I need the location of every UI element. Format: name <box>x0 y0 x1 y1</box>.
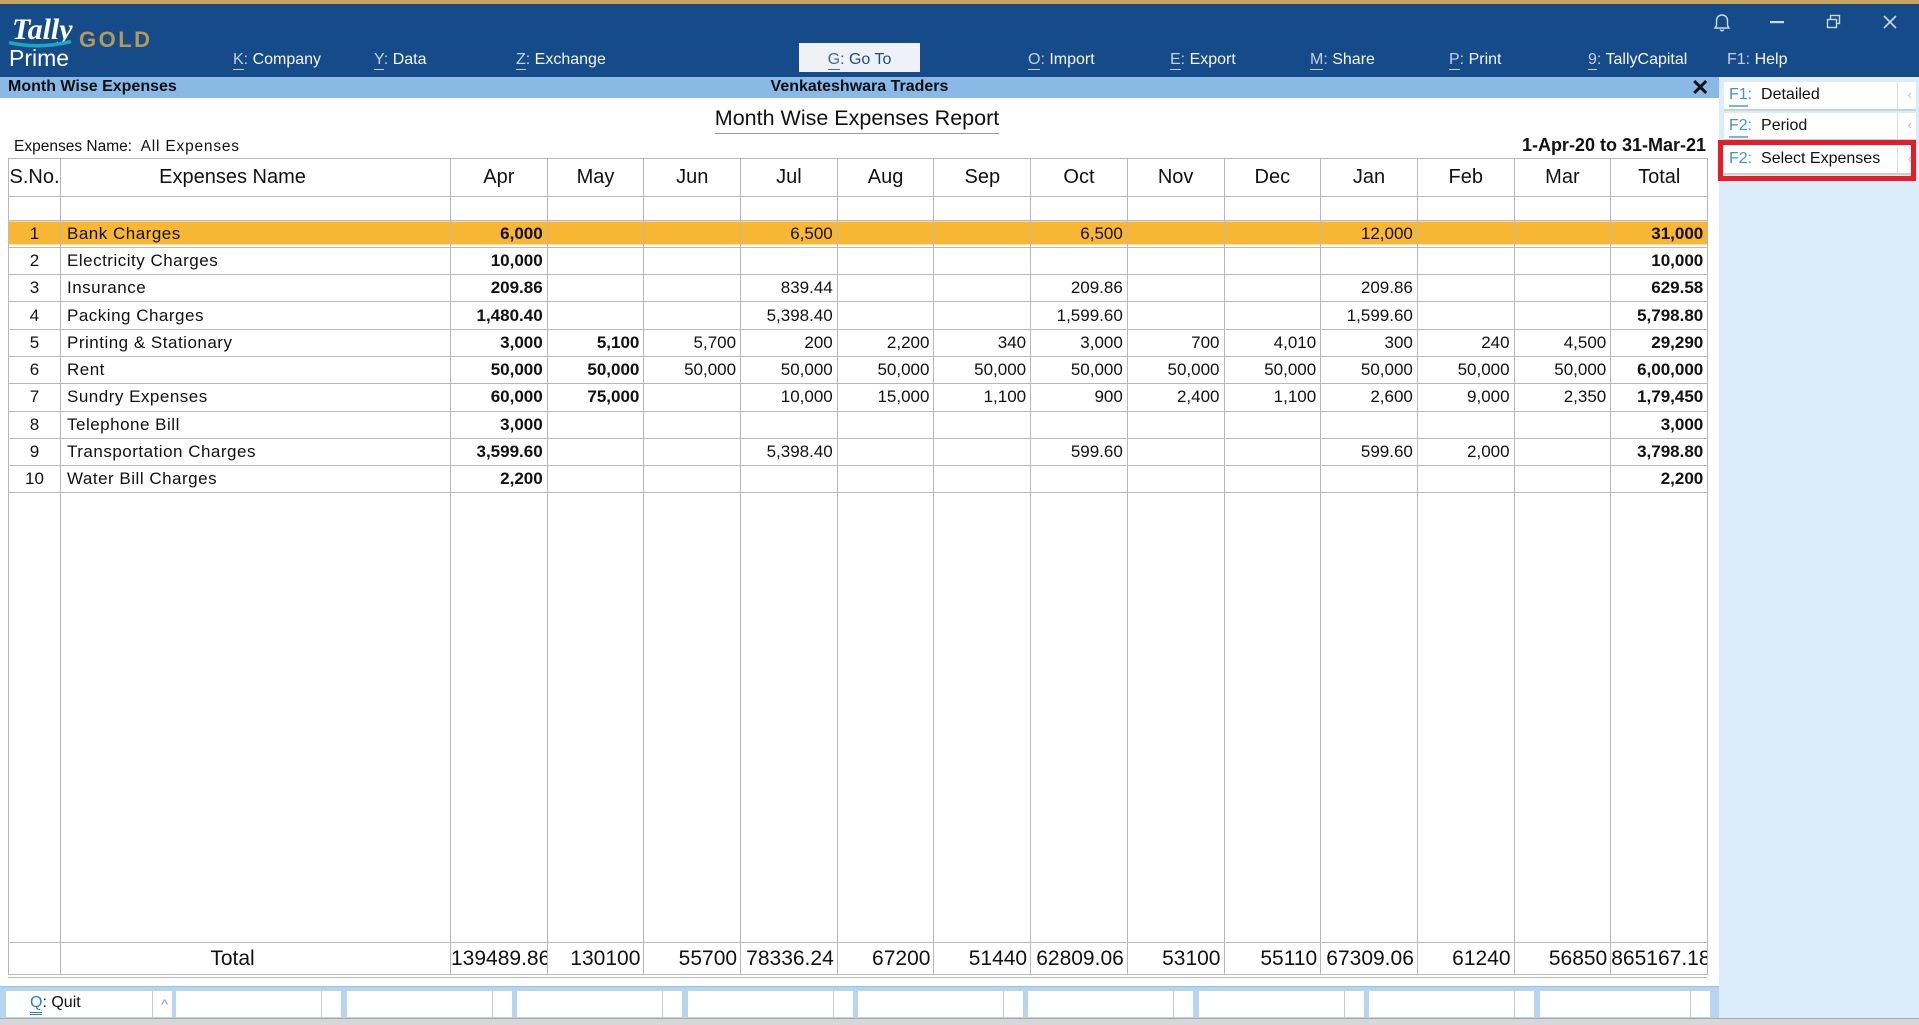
svg-text:Prime: Prime <box>9 45 69 71</box>
svg-text:Tally: Tally <box>12 14 73 46</box>
